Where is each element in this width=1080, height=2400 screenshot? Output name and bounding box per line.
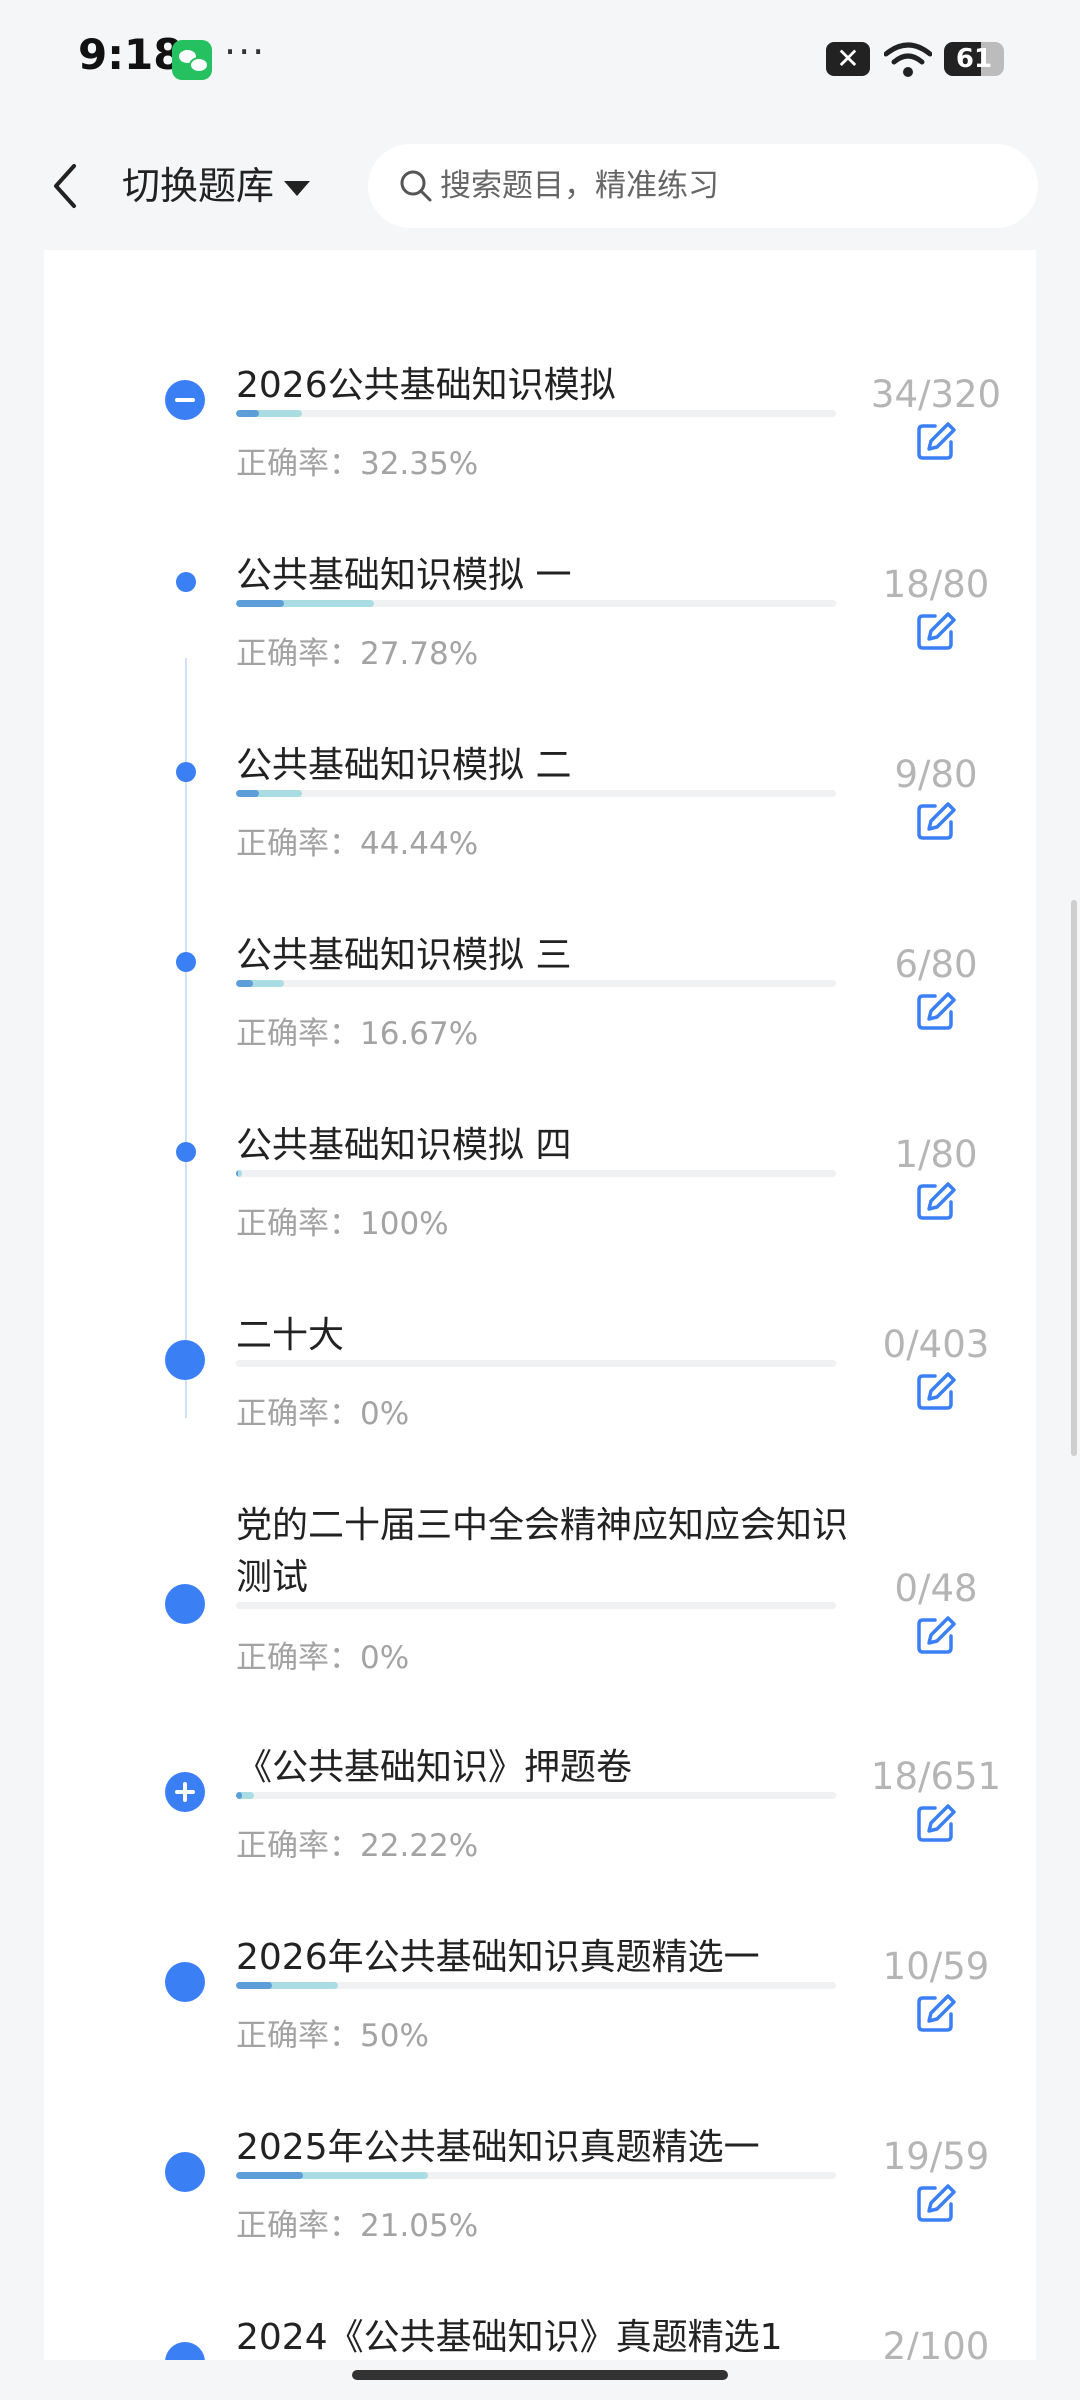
- edit-practice-icon[interactable]: [915, 1370, 957, 1412]
- item-title: 2026公共基础知识模拟: [236, 365, 616, 406]
- timeline-node-icon: [165, 2342, 205, 2360]
- accuracy-text: 正确率：44.44%: [236, 826, 479, 862]
- item-title: 二十大: [236, 1315, 345, 1356]
- progress-bar: [236, 1170, 836, 1177]
- progress-count: 2/100: [882, 2325, 990, 2360]
- timeline-node-icon: [176, 572, 196, 592]
- progress-count: 0/403: [882, 1323, 990, 1366]
- accuracy-text: 正确率：32.35%: [236, 446, 479, 482]
- item-title: 《公共基础知识》押题卷: [236, 1747, 633, 1788]
- progress-bar: [236, 1360, 836, 1367]
- edit-practice-icon[interactable]: [915, 2182, 957, 2224]
- home-indicator[interactable]: [352, 2370, 728, 2380]
- accuracy-text: 正确率：100%: [236, 1206, 449, 1242]
- accuracy-text: 正确率：50%: [236, 2018, 429, 2054]
- accuracy-text: 正确率：22.22%: [236, 1828, 479, 1864]
- collapse-icon[interactable]: [165, 380, 205, 420]
- timeline-node-icon: [176, 762, 196, 782]
- search-input[interactable]: 搜索题目，精准练习: [368, 144, 1038, 228]
- back-icon[interactable]: [46, 160, 86, 212]
- edit-practice-icon[interactable]: [915, 990, 957, 1032]
- progress-count: 10/59: [882, 1945, 990, 1988]
- timeline-node-icon: [165, 1340, 205, 1380]
- item-title: 公共基础知识模拟 四: [236, 1125, 572, 1166]
- edit-practice-icon[interactable]: [915, 1802, 957, 1844]
- timeline-node-icon: [176, 952, 196, 972]
- accuracy-text: 正确率：0%: [236, 1640, 410, 1676]
- edit-practice-icon[interactable]: [915, 1614, 957, 1656]
- accuracy-text: 正确率：21.05%: [236, 2208, 479, 2244]
- progress-count: 19/59: [882, 2135, 990, 2178]
- item-title: 公共基础知识模拟 一: [236, 555, 572, 596]
- edit-practice-icon[interactable]: [915, 610, 957, 652]
- progress-count: 6/80: [894, 943, 978, 986]
- battery-icon: 61: [944, 42, 1004, 76]
- app-header: 切换题库 搜索题目，精准练习: [0, 120, 1080, 250]
- timeline-node-icon: [176, 1142, 196, 1162]
- item-title: 2024《公共基础知识》真题精选1: [236, 2317, 783, 2358]
- switch-library-label: 切换题库: [122, 164, 275, 208]
- switch-library-button[interactable]: 切换题库: [122, 158, 311, 214]
- timeline-node-icon: [165, 2152, 205, 2192]
- item-title: 公共基础知识模拟 三: [236, 935, 572, 976]
- progress-count: 1/80: [894, 1133, 978, 1176]
- progress-bar: [236, 410, 836, 417]
- progress-bar: [236, 1792, 836, 1799]
- progress-bar: [236, 1982, 836, 1989]
- status-time: 9:18: [78, 30, 183, 79]
- expand-icon[interactable]: [165, 1772, 205, 1812]
- wechat-notification-icon: [172, 40, 212, 80]
- edit-practice-icon[interactable]: [915, 1992, 957, 2034]
- edit-practice-icon[interactable]: [915, 1180, 957, 1222]
- no-sim-icon: ✕: [826, 42, 870, 76]
- item-title: 公共基础知识模拟 二: [236, 745, 572, 786]
- progress-bar: [236, 600, 836, 607]
- progress-count: 18/80: [882, 563, 990, 606]
- accuracy-text: 正确率：0%: [236, 1396, 410, 1432]
- scrollbar[interactable]: [1071, 900, 1077, 1456]
- progress-bar: [236, 1602, 836, 1609]
- caret-down-icon: [284, 181, 311, 196]
- timeline-node-icon: [165, 1584, 205, 1624]
- progress-count: 34/320: [870, 373, 1002, 416]
- progress-count: 0/48: [894, 1567, 978, 1610]
- item-title: 2025年公共基础知识真题精选一: [236, 2127, 760, 2168]
- item-title: 党的二十届三中全会精神应知应会知识测试: [236, 1505, 849, 1598]
- battery-level: 61: [955, 44, 993, 74]
- edit-practice-icon[interactable]: [915, 800, 957, 842]
- item-title: 2026年公共基础知识真题精选一: [236, 1937, 760, 1978]
- progress-bar: [236, 790, 836, 797]
- progress-bar: [236, 980, 836, 987]
- status-bar: 9:18 ··· ✕ 61: [0, 0, 1080, 120]
- timeline-node-icon: [165, 1962, 205, 2002]
- progress-count: 9/80: [894, 753, 978, 796]
- wifi-icon: [884, 42, 932, 77]
- progress-count: 18/651: [870, 1755, 1002, 1798]
- search-placeholder: 搜索题目，精准练习: [440, 168, 719, 204]
- search-icon: [400, 170, 432, 202]
- more-notifications-icon: ···: [224, 30, 267, 74]
- edit-practice-icon[interactable]: [915, 420, 957, 462]
- accuracy-text: 正确率：27.78%: [236, 636, 479, 672]
- accuracy-text: 正确率：16.67%: [236, 1016, 479, 1052]
- progress-bar: [236, 2172, 836, 2179]
- question-bank-list: 正确率：0% 2026公共基础知识模拟正确率：32.35% 34/320 公共基础知识…: [44, 230, 1036, 2360]
